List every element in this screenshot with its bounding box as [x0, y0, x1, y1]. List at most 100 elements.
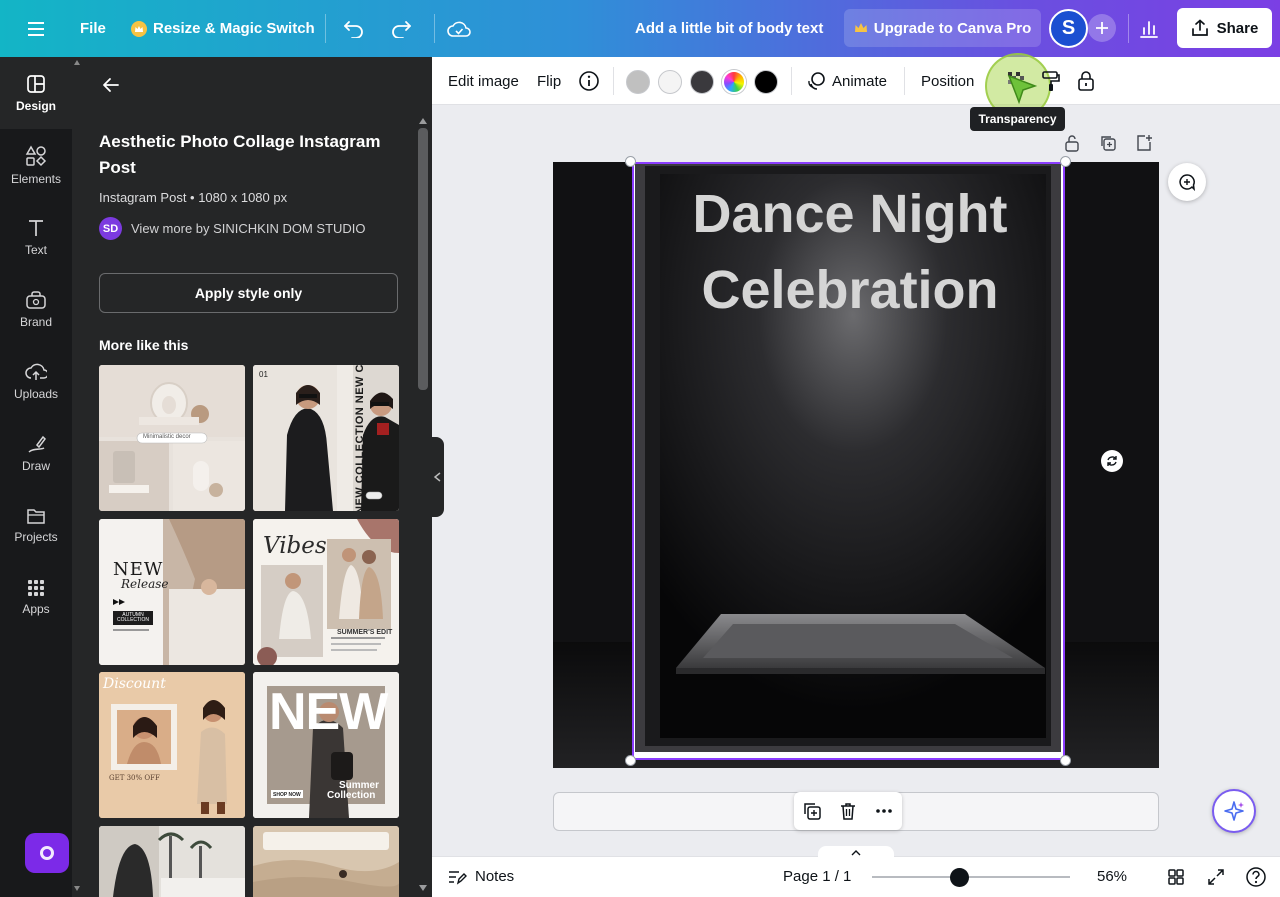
duplicate-button[interactable]: [802, 801, 822, 821]
share-button[interactable]: Share: [1177, 8, 1272, 48]
document-title[interactable]: Add a little bit of body text: [635, 0, 823, 57]
resize-label: Resize & Magic Switch: [153, 20, 315, 37]
color-swatch[interactable]: [626, 70, 650, 94]
rail-item-text[interactable]: Text: [0, 201, 72, 273]
collapse-panel-button[interactable]: [432, 437, 444, 517]
trash-icon: [841, 803, 855, 820]
thumbnail-art: [253, 826, 399, 897]
panel-scrollbar-thumb[interactable]: [418, 128, 428, 390]
grid-view-button[interactable]: [1167, 856, 1185, 897]
template-thumbnail[interactable]: Vibes SUMMER'S EDIT: [253, 519, 399, 665]
rail-item-projects[interactable]: Projects: [0, 489, 72, 561]
apply-style-label: Apply style only: [194, 285, 303, 301]
help-button[interactable]: [1245, 856, 1267, 897]
draw-icon: [28, 435, 46, 453]
magic-sparkle-button[interactable]: [1212, 789, 1256, 833]
color-swatch[interactable]: [658, 70, 682, 94]
undo-icon: [344, 20, 363, 38]
rail-item-apps[interactable]: Apps: [0, 561, 72, 633]
thumbnail-art: [99, 672, 245, 818]
edit-image-button[interactable]: Edit image: [448, 57, 519, 105]
chevron-left-icon: [434, 472, 441, 482]
template-thumbnail[interactable]: NEW Release AUTUMN COLLECTION: [99, 519, 245, 665]
thumbnail-text: NEW: [269, 683, 388, 741]
rail-item-uploads[interactable]: Uploads: [0, 345, 72, 417]
rail-item-brand[interactable]: Brand: [0, 273, 72, 345]
fullscreen-button[interactable]: [1207, 856, 1225, 897]
comment-button[interactable]: [1168, 163, 1206, 201]
zoom-slider[interactable]: [872, 876, 1070, 878]
template-thumbnail[interactable]: Discount GET 30% OFF: [99, 672, 245, 818]
more-options-button[interactable]: [874, 801, 894, 821]
rail-item-draw[interactable]: Draw: [0, 417, 72, 489]
canvas-heading[interactable]: Dance Night Celebration: [640, 176, 1060, 328]
heading-line-2: Celebration: [701, 260, 999, 320]
upgrade-label: Upgrade to Canva Pro: [873, 19, 1032, 37]
position-button[interactable]: Position: [921, 57, 974, 105]
duplicate-page-button[interactable]: [1099, 134, 1117, 152]
document-title-text: Add a little bit of body text: [635, 20, 824, 37]
color-swatch[interactable]: [754, 70, 778, 94]
rail-item-design[interactable]: Design: [0, 57, 72, 129]
info-button[interactable]: [578, 57, 600, 105]
more-like-this-heading: More like this: [99, 337, 189, 353]
avatar-initial: S: [1061, 17, 1076, 39]
insights-button[interactable]: [1139, 0, 1159, 57]
magic-assistant-button[interactable]: [25, 833, 69, 873]
notes-button[interactable]: Notes: [447, 856, 514, 897]
file-menu-button[interactable]: File: [80, 0, 106, 57]
thumbnail-art: [99, 826, 245, 897]
animate-button[interactable]: Animate: [806, 57, 887, 105]
template-thumbnail[interactable]: [99, 826, 245, 897]
undo-button[interactable]: [343, 0, 365, 57]
thumbnail-text: Discount: [103, 676, 166, 692]
upgrade-button[interactable]: Upgrade to Canva Pro: [844, 9, 1041, 47]
template-thumbnail[interactable]: [253, 826, 399, 897]
delete-button[interactable]: [838, 801, 858, 821]
arrow-left-icon: [103, 78, 119, 92]
resize-handle[interactable]: [625, 755, 636, 766]
rail-label: Apps: [22, 601, 50, 616]
cloud-save-status[interactable]: [447, 0, 471, 57]
template-thumbnail[interactable]: 01 NEW COLLECTION NEW CO: [253, 365, 399, 511]
add-page-button[interactable]: [1135, 134, 1153, 152]
copy-style-button[interactable]: [1041, 57, 1061, 105]
rail-item-elements[interactable]: Elements: [0, 129, 72, 201]
lock-page-button[interactable]: [1063, 134, 1081, 152]
resize-handle[interactable]: [1060, 156, 1071, 167]
resize-handle[interactable]: [625, 156, 636, 167]
duplicate-icon: [1101, 136, 1116, 151]
resize-handle[interactable]: [1060, 755, 1071, 766]
page-tools: [794, 792, 902, 830]
color-swatch[interactable]: [690, 70, 714, 94]
scroll-up-icon[interactable]: [419, 118, 427, 124]
notes-label: Notes: [475, 868, 515, 885]
divider: [613, 67, 614, 95]
plus-icon: [1096, 22, 1108, 34]
heading-line-1: Dance Night: [692, 184, 1008, 244]
color-picker-swatch[interactable]: [722, 70, 746, 94]
rotate-icon: [1107, 456, 1117, 466]
flip-button[interactable]: Flip: [537, 57, 561, 105]
cursor-arrow-icon: [1007, 74, 1038, 105]
page-indicator[interactable]: Page 1 / 1: [783, 856, 851, 897]
rotate-handle[interactable]: [1101, 450, 1123, 472]
zoom-level[interactable]: 56%: [1097, 856, 1127, 897]
zoom-slider-handle[interactable]: [950, 868, 969, 887]
template-thumbnail[interactable]: NEW SHOP NOW Summer Collection: [253, 672, 399, 818]
info-icon: [579, 71, 599, 91]
invite-button[interactable]: [1088, 14, 1116, 42]
resize-magic-switch-button[interactable]: Resize & Magic Switch: [131, 0, 315, 57]
template-dimensions: Instagram Post • 1080 x 1080 px: [99, 190, 288, 205]
zoom-level-text: 56%: [1097, 868, 1128, 885]
redo-button[interactable]: [390, 0, 412, 57]
template-thumbnail[interactable]: Minimalistic decor: [99, 365, 245, 511]
main-menu-button[interactable]: [26, 0, 46, 57]
scroll-down-icon[interactable]: [419, 885, 427, 891]
lock-button[interactable]: [1076, 57, 1096, 105]
author-link[interactable]: View more by SINICHKIN DOM STUDIO: [131, 221, 366, 236]
user-avatar[interactable]: S: [1049, 9, 1088, 48]
apply-style-button[interactable]: Apply style only: [99, 273, 398, 313]
back-button[interactable]: [100, 74, 122, 96]
rail-label: Brand: [19, 314, 53, 329]
